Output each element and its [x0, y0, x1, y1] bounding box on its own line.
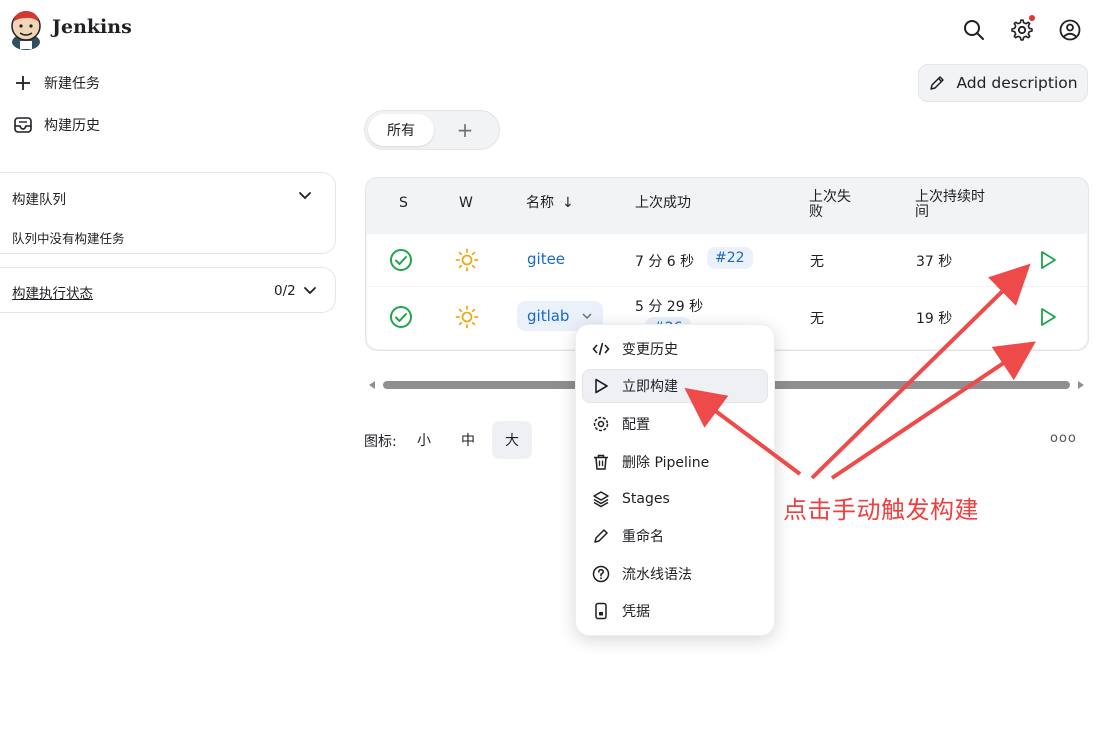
annotation-arrows	[684, 263, 1036, 480]
arrow-to-play-gitlab	[830, 341, 1036, 480]
annotation-text: 点击手动触发构建	[783, 496, 979, 524]
arrow-to-build-now	[684, 387, 802, 476]
arrow-to-play-gitee	[810, 263, 1031, 480]
